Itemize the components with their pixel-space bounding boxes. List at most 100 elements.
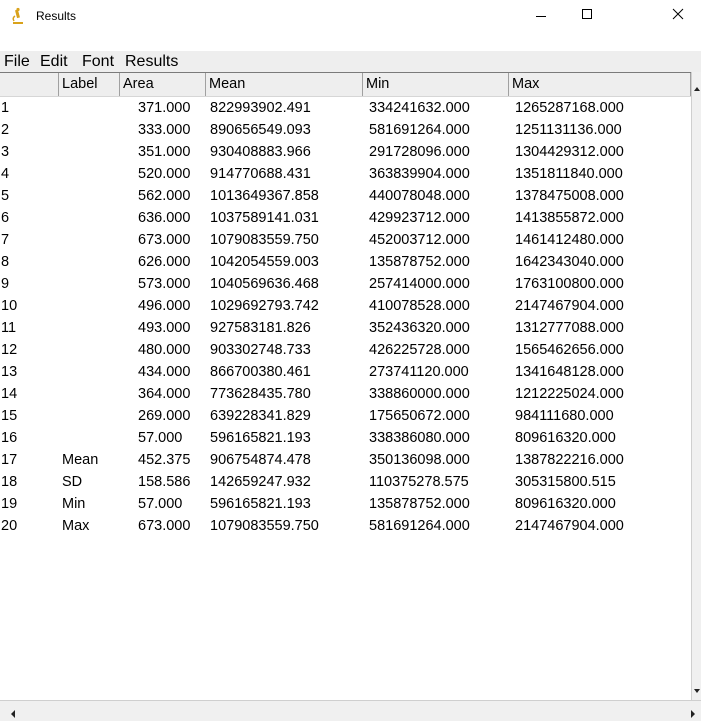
table-row[interactable]: 2 333.000 890656549.093 581691264.000 125113… [0, 119, 691, 141]
cell-max: 1351811840.000 [515, 166, 623, 182]
cell-index: 6 [1, 210, 10, 226]
scroll-up-arrow-icon[interactable] [693, 80, 701, 98]
cell-index: 7 [1, 232, 10, 248]
cell-mean: 142659247.932 [210, 474, 311, 490]
cell-area: 520.000 [138, 166, 191, 182]
table-row[interactable]: 1 371.000 822993902.491 334241632.000 126528… [0, 97, 691, 119]
cell-min: 410078528.000 [369, 298, 470, 314]
table-row[interactable]: 20 Max 673.000 1079083559.750 581691264.000 2… [0, 515, 691, 537]
table-row[interactable]: 7 673.000 1079083559.750 452003712.000 14614… [0, 229, 691, 251]
menu-results[interactable]: Results [125, 52, 178, 72]
cell-index: 4 [1, 166, 10, 182]
table-row[interactable]: 8 626.000 1042054559.003 135878752.000 16423… [0, 251, 691, 273]
cell-max: 1387822216.000 [515, 452, 624, 468]
cell-max: 1413855872.000 [515, 210, 624, 226]
cell-index: 16 [1, 430, 18, 446]
cell-label: Min [62, 496, 86, 512]
cell-max: 305315800.515 [515, 474, 616, 490]
cell-area: 57.000 [138, 496, 183, 512]
cell-index: 1 [1, 100, 10, 116]
vertical-scrollbar[interactable] [691, 72, 701, 700]
cell-area: 333.000 [138, 122, 191, 138]
cell-max: 1212225024.000 [515, 386, 624, 402]
table-row[interactable]: 13 434.000 866700380.461 273741120.000 13416… [0, 361, 691, 383]
cell-mean: 822993902.491 [210, 100, 311, 116]
cell-mean: 773628435.780 [210, 386, 311, 402]
cell-min: 135878752.000 [369, 496, 470, 512]
table-row[interactable]: 4 520.000 914770688.431 363839904.000 135181… [0, 163, 691, 185]
column-header-min[interactable]: Min [362, 73, 508, 96]
table-row[interactable]: 14 364.000 773628435.780 338860000.000 12122… [0, 383, 691, 405]
column-header-max[interactable]: Max [508, 73, 691, 96]
table-row[interactable]: 6 636.000 1037589141.031 429923712.000 14138… [0, 207, 691, 229]
scroll-right-arrow-icon[interactable] [689, 706, 697, 724]
menu-edit[interactable]: Edit [40, 52, 68, 72]
cell-index: 20 [1, 518, 18, 534]
cell-area: 673.000 [138, 232, 191, 248]
cell-max: 2147467904.000 [515, 518, 624, 534]
cell-label: SD [62, 474, 83, 490]
close-button[interactable] [655, 0, 701, 32]
cell-index: 5 [1, 188, 10, 204]
column-header-label[interactable]: Label [58, 73, 119, 96]
cell-area: 493.000 [138, 320, 191, 336]
cell-min: 257414000.000 [369, 276, 470, 292]
table-row[interactable]: 17 Mean 452.375 906754874.478 350136098.000 1… [0, 449, 691, 471]
cell-min: 352436320.000 [369, 320, 470, 336]
cell-index: 9 [1, 276, 10, 292]
table-row[interactable]: 15 269.000 639228341.829 175650672.000 98411… [0, 405, 691, 427]
cell-max: 2147467904.000 [515, 298, 624, 314]
menu-file[interactable]: File [4, 52, 30, 72]
column-header-index[interactable] [0, 73, 58, 96]
cell-area: 452.375 [138, 452, 191, 468]
cell-min: 338860000.000 [369, 386, 470, 402]
cell-min: 273741120.000 [369, 364, 469, 380]
scroll-down-arrow-icon[interactable] [693, 682, 701, 700]
maximize-button[interactable] [564, 0, 610, 32]
table-row[interactable]: 16 57.000 596165821.193 338386080.000 809616… [0, 427, 691, 449]
cell-index: 15 [1, 408, 18, 424]
cell-mean: 866700380.461 [210, 364, 311, 380]
cell-mean: 1037589141.031 [210, 210, 319, 226]
scroll-left-arrow-icon[interactable] [9, 706, 17, 724]
horizontal-scrollbar[interactable] [0, 700, 701, 721]
minimize-button[interactable] [518, 0, 564, 32]
cell-area: 269.000 [138, 408, 191, 424]
cell-index: 18 [1, 474, 18, 490]
table-row[interactable]: 19 Min 57.000 596165821.193 135878752.000 809… [0, 493, 691, 515]
cell-area: 57.000 [138, 430, 183, 446]
results-table[interactable]: Label Area Mean Min Max 1 371.000 82299390… [0, 72, 701, 700]
column-header-mean[interactable]: Mean [205, 73, 362, 96]
table-row[interactable]: 18 SD 158.586 142659247.932 110375278.575 305… [0, 471, 691, 493]
table-row[interactable]: 12 480.000 903302748.733 426225728.000 15654… [0, 339, 691, 361]
close-icon [672, 7, 684, 25]
cell-area: 562.000 [138, 188, 191, 204]
table-row[interactable]: 11 493.000 927583181.826 352436320.000 13127… [0, 317, 691, 339]
table-row[interactable]: 5 562.000 1013649367.858 440078048.000 13784… [0, 185, 691, 207]
cell-min: 452003712.000 [369, 232, 470, 248]
menu-font[interactable]: Font [82, 52, 114, 72]
cell-min: 440078048.000 [369, 188, 470, 204]
cell-mean: 890656549.093 [210, 122, 311, 138]
cell-max: 1461412480.000 [515, 232, 624, 248]
cell-mean: 930408883.966 [210, 144, 311, 160]
cell-min: 175650672.000 [369, 408, 470, 424]
minimize-icon [535, 7, 547, 25]
cell-min: 426225728.000 [369, 342, 470, 358]
cell-index: 10 [1, 298, 18, 314]
cell-index: 2 [1, 122, 10, 138]
window-title: Results [36, 9, 77, 23]
cell-min: 350136098.000 [369, 452, 470, 468]
cell-mean: 596165821.193 [210, 496, 311, 512]
cell-max: 1341648128.000 [515, 364, 624, 380]
cell-area: 480.000 [138, 342, 191, 358]
cell-area: 636.000 [138, 210, 191, 226]
cell-min: 334241632.000 [369, 100, 470, 116]
cell-index: 17 [1, 452, 18, 468]
table-row[interactable]: 3 351.000 930408883.966 291728096.000 130442… [0, 141, 691, 163]
cell-mean: 927583181.826 [210, 320, 311, 336]
table-row[interactable]: 9 573.000 1040569636.468 257414000.000 17631… [0, 273, 691, 295]
column-header-area[interactable]: Area [119, 73, 205, 96]
table-row[interactable]: 10 496.000 1029692793.742 410078528.000 2147… [0, 295, 691, 317]
cell-min: 338386080.000 [369, 430, 470, 446]
